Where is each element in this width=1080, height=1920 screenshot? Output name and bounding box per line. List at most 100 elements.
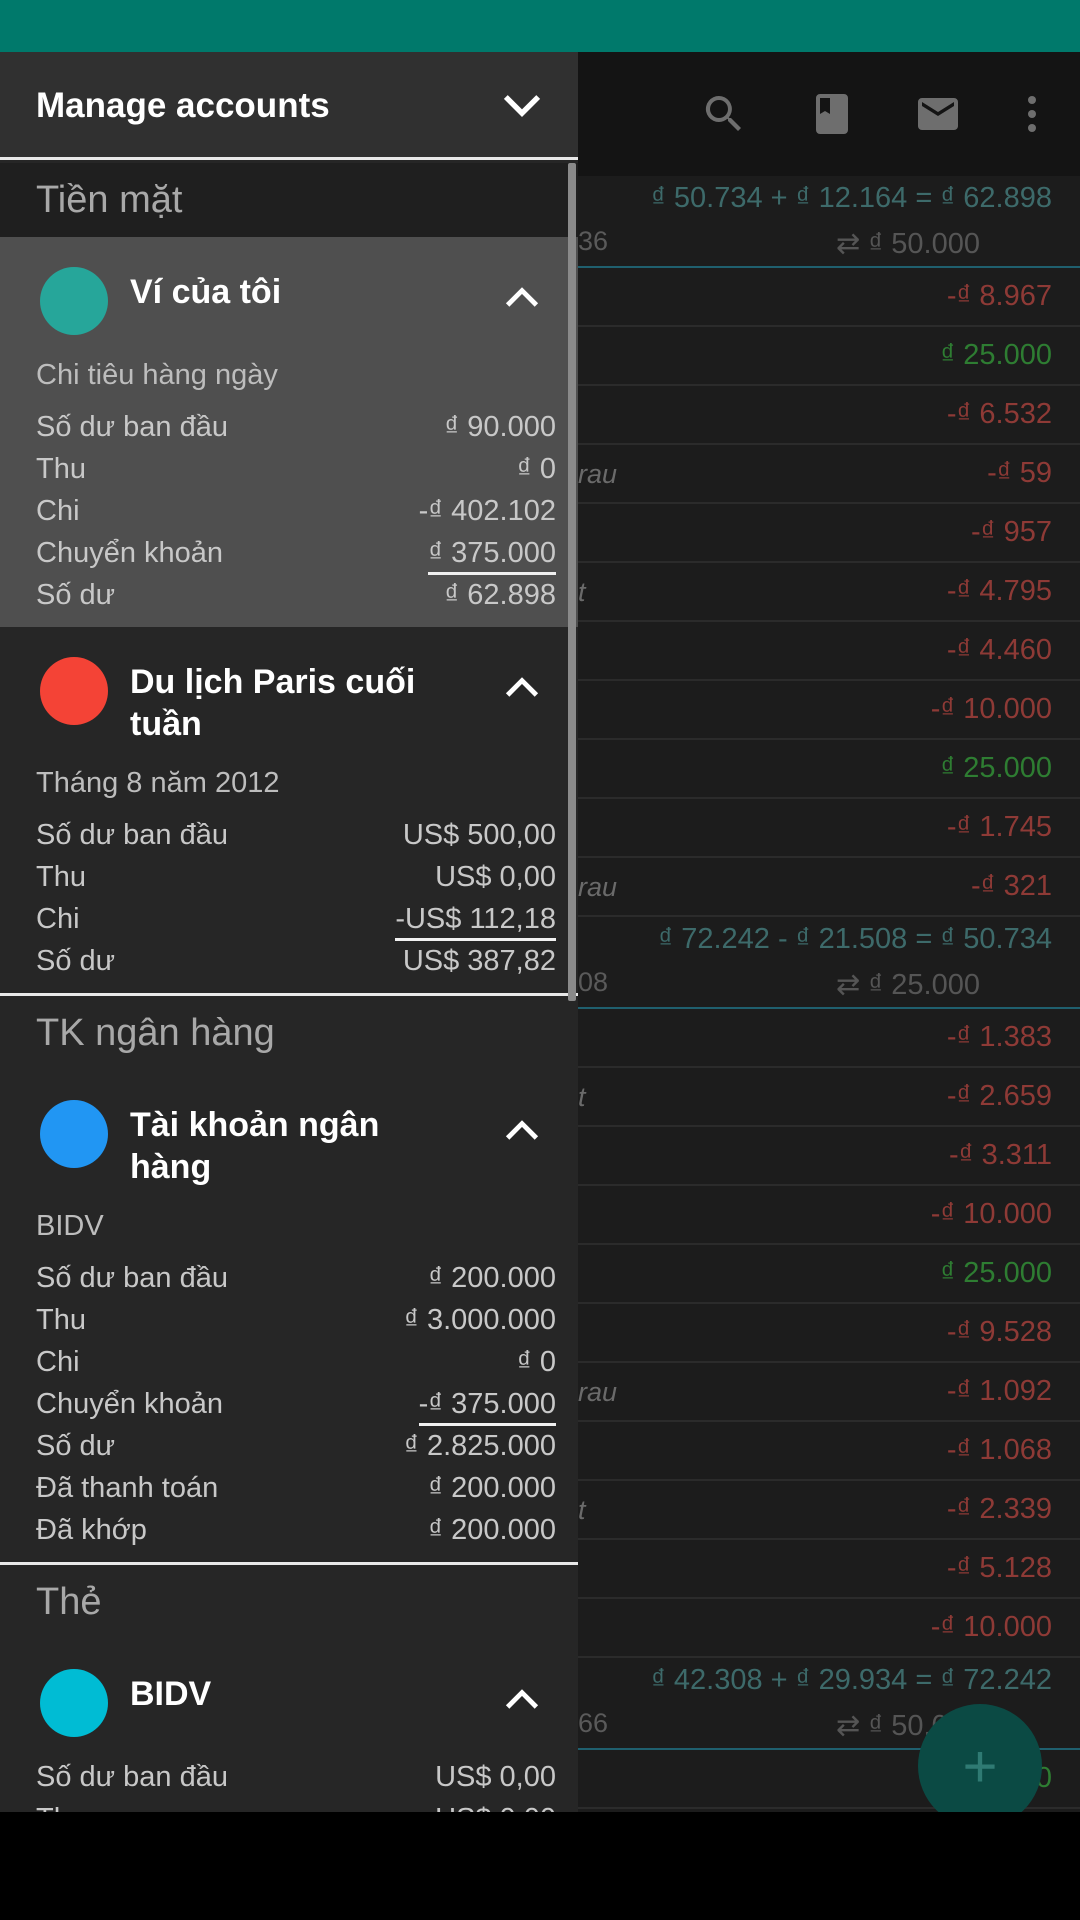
mail-icon[interactable]	[906, 82, 970, 146]
balance-label: Thu	[36, 861, 86, 893]
account-group-title: TK ngân hàng	[36, 1012, 275, 1054]
account-balance-line: Thu US$ 0,00	[0, 857, 578, 899]
balance-label: Số dư	[36, 579, 116, 611]
transaction-amount: ₫ 25.000	[940, 339, 1052, 371]
balance-value: ₫ 375.000	[428, 537, 556, 575]
account-description: Tháng 8 năm 2012	[36, 767, 280, 799]
transaction-note: t	[578, 1082, 586, 1112]
chevron-up-icon[interactable]	[502, 1683, 542, 1715]
transaction-amount: -₫ 5.128	[946, 1552, 1052, 1584]
account-balance-line: Thu US$ 0,00	[0, 1799, 578, 1812]
account-name: BIDV	[130, 1675, 212, 1713]
balance-value: -₫ 402.102	[418, 495, 556, 527]
balance-value: ₫ 2.825.000	[404, 1430, 556, 1462]
chevron-up-icon[interactable]	[502, 1114, 542, 1146]
bookmark-icon[interactable]	[800, 82, 864, 146]
account-card[interactable]: Du lịch Paris cuối tuần Tháng 8 năm 2012 S…	[0, 627, 578, 996]
summary-left-text: 08	[578, 967, 609, 997]
account-header[interactable]: Tài khoản ngân hàng	[0, 1070, 578, 1206]
account-color-dot	[40, 657, 108, 725]
balance-value: ₫ 200.000	[428, 1472, 556, 1504]
transaction-amount: ₫ 25.000	[940, 752, 1052, 784]
account-balance-line: Thu ₫ 0	[0, 449, 578, 491]
transaction-amount: -₫ 1.068	[946, 1434, 1052, 1466]
account-color-dot	[40, 1100, 108, 1168]
account-card[interactable]: BIDV Số dư ban đầu US$ 0,00 Thu US$ 0,00	[0, 1639, 578, 1812]
balance-value: US$ 500,00	[402, 819, 556, 851]
account-balance-line: Chi ₫ 0	[0, 1342, 578, 1384]
more-vert-icon[interactable]	[1000, 82, 1064, 146]
balance-value: US$ 387,82	[402, 945, 556, 977]
balance-value: US$ 0,00	[435, 1803, 556, 1812]
transaction-amount: ₫ 25.000	[940, 1257, 1052, 1289]
balance-label: Đã khớp	[36, 1514, 147, 1546]
account-header[interactable]: Du lịch Paris cuối tuần	[0, 627, 578, 763]
account-balance-line: Đã thanh toán ₫ 200.000	[0, 1468, 578, 1510]
transfer-amount: ⇄ ₫ 50.000	[836, 228, 980, 260]
search-icon[interactable]	[692, 82, 756, 146]
account-description: Chi tiêu hàng ngày	[36, 359, 278, 391]
balance-formula: ₫ 72.242 - ₫ 21.508 = ₫ 50.734	[658, 923, 1052, 955]
transaction-note: t	[578, 577, 586, 607]
account-balance-line: Số dư ban đầu ₫ 90.000	[0, 407, 578, 449]
transaction-amount: -₫ 59	[987, 457, 1052, 489]
transaction-amount: -₫ 1.745	[946, 811, 1052, 843]
balance-formula: ₫ 50.734 + ₫ 12.164 = ₫ 62.898	[650, 182, 1052, 214]
account-balance-line: Số dư ₫ 2.825.000	[0, 1426, 578, 1468]
scrollbar[interactable]	[568, 163, 576, 1001]
account-balance-line: Đã khớp ₫ 200.000	[0, 1510, 578, 1552]
account-balance-line: Chuyển khoản ₫ 375.000	[0, 533, 578, 575]
transaction-amount: -₫ 321	[971, 870, 1052, 902]
balance-label: Chi	[36, 1346, 80, 1378]
account-balance-line: Số dư ban đầu US$ 0,00	[0, 1757, 578, 1799]
drawer-title: Manage accounts	[36, 86, 330, 125]
account-balance-line: Số dư ban đầu US$ 500,00	[0, 815, 578, 857]
transaction-note: t	[578, 1495, 586, 1525]
transaction-amount: -₫ 2.659	[946, 1080, 1052, 1112]
balance-value: -₫ 375.000	[418, 1388, 556, 1426]
account-name: Ví của tôi	[130, 273, 282, 311]
transaction-amount: -₫ 10.000	[930, 1198, 1052, 1230]
account-group-title: Thẻ	[36, 1581, 102, 1623]
account-header[interactable]: BIDV	[0, 1639, 578, 1757]
balance-label: Đã thanh toán	[36, 1472, 219, 1504]
balance-label: Số dư	[36, 1430, 116, 1462]
chevron-up-icon[interactable]	[502, 281, 542, 313]
account-header[interactable]: Ví của tôi	[0, 237, 578, 355]
transaction-amount: -₫ 957	[971, 516, 1052, 548]
transaction-amount: -₫ 1.383	[946, 1021, 1052, 1053]
transaction-amount: -₫ 9.528	[946, 1316, 1052, 1348]
transaction-amount: -₫ 4.795	[946, 575, 1052, 607]
balance-value: -US$ 112,18	[395, 903, 556, 941]
balance-value: US$ 0,00	[435, 1761, 556, 1793]
transaction-note: rau	[578, 872, 618, 902]
account-balance-line: Chi -₫ 402.102	[0, 491, 578, 533]
account-name: Du lịch Paris cuối tuần	[130, 663, 416, 743]
account-color-dot	[40, 267, 108, 335]
manage-accounts-header[interactable]: Manage accounts	[0, 52, 578, 160]
balance-value: ₫ 0	[516, 453, 556, 485]
transaction-amount: -₫ 3.311	[948, 1139, 1052, 1171]
account-group-title: Tiền mặt	[0, 163, 578, 237]
balance-value: ₫ 3.000.000	[404, 1304, 556, 1336]
account-balance-line: Số dư US$ 387,82	[0, 941, 578, 983]
balance-value: ₫ 200.000	[428, 1514, 556, 1546]
account-color-dot	[40, 1669, 108, 1737]
account-card[interactable]: Ví của tôi Chi tiêu hàng ngày Số dư ban đầ…	[0, 237, 578, 627]
balance-label: Số dư ban đầu	[36, 1262, 228, 1294]
transaction-amount: -₫ 1.092	[946, 1375, 1052, 1407]
chevron-down-icon[interactable]	[500, 88, 544, 124]
chevron-up-icon[interactable]	[502, 671, 542, 703]
balance-label: Số dư ban đầu	[36, 1761, 228, 1793]
transaction-amount: -₫ 6.532	[946, 398, 1052, 430]
account-card[interactable]: Tài khoản ngân hàng BIDV Số dư ban đầu ₫ 20…	[0, 1070, 578, 1565]
account-balance-line: Thu ₫ 3.000.000	[0, 1300, 578, 1342]
transaction-amount: -₫ 10.000	[930, 693, 1052, 725]
balance-label: Số dư ban đầu	[36, 411, 228, 443]
balance-value: US$ 0,00	[435, 861, 556, 893]
account-balance-line: Số dư ₫ 62.898	[0, 575, 578, 617]
balance-label: Thu	[36, 1803, 86, 1812]
account-name: Tài khoản ngân hàng	[130, 1106, 380, 1186]
balance-value: ₫ 200.000	[428, 1262, 556, 1294]
account-list: Tiền mặt Ví của tôi Chi tiêu hàng ngày Số d…	[0, 163, 578, 1812]
